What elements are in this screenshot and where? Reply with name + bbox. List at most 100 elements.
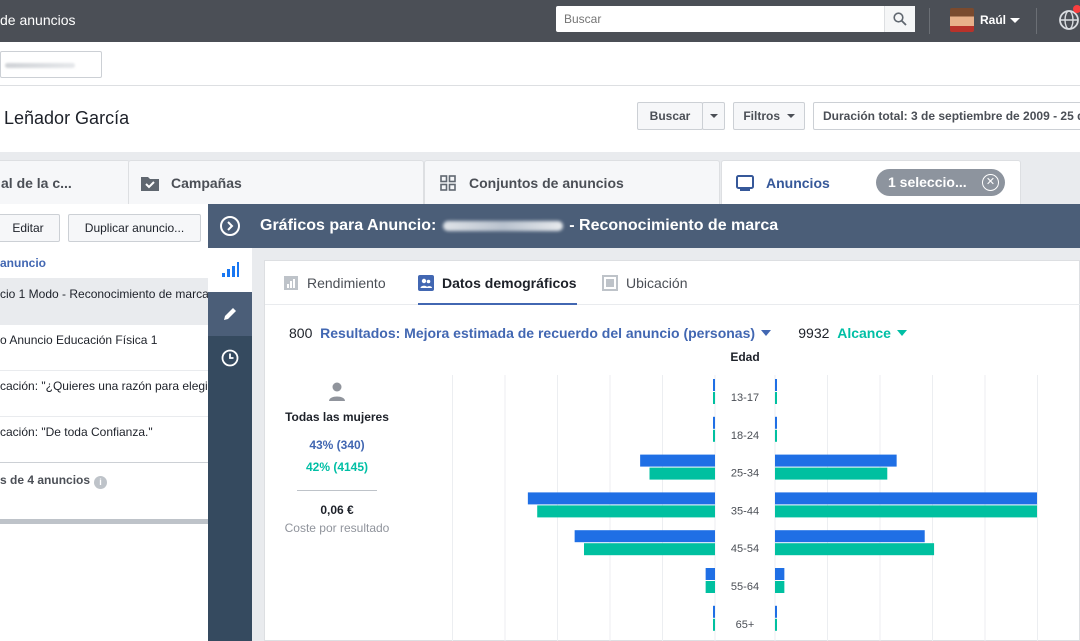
female-resultados-bar [713, 605, 715, 618]
charts-panel: Gráficos para Anuncio: - Reconocimiento … [208, 204, 1080, 641]
table-row[interactable]: cio 1 Modo - Reconocimiento de marca [0, 278, 208, 324]
filters-button[interactable]: Filtros [733, 102, 805, 130]
male-alcance-bar [775, 543, 935, 556]
selection-pill[interactable]: 1 seleccio... ✕ [876, 169, 1005, 196]
ad-name[interactable]: cio 1 Modo - Reconocimiento de marca [0, 287, 208, 301]
grid-icon [439, 174, 457, 192]
male-alcance-bar [775, 505, 1037, 518]
bar-chart-icon [222, 262, 239, 277]
male-resultados-bar [775, 530, 925, 543]
tab-label: Conjuntos de anuncios [469, 174, 624, 191]
account-selector[interactable] [0, 51, 102, 78]
ad-name[interactable]: o Anuncio Educación Física 1 [0, 333, 157, 347]
tab-campaigns[interactable]: Campañas [128, 160, 424, 204]
tab-demographics[interactable]: Datos demográficos [418, 275, 577, 305]
male-resultados-bar [775, 492, 1037, 505]
selection-label: 1 seleccio... [888, 174, 967, 190]
reach-value: 9932 [798, 325, 830, 341]
chevron-down-icon[interactable] [896, 330, 907, 336]
male-resultados-bar [775, 416, 777, 429]
avatar[interactable] [950, 8, 974, 32]
title-suffix: - Reconocimiento de marca [569, 217, 779, 234]
tab-label: Ubicación [626, 275, 688, 291]
close-icon[interactable]: ✕ [982, 174, 999, 191]
chevron-down-icon[interactable] [1010, 18, 1020, 23]
age-label: 45-54 [731, 543, 759, 555]
age-label: 18-24 [731, 430, 759, 442]
summary-title: Todas las mujeres [285, 410, 389, 424]
age-label: 55-64 [731, 581, 759, 593]
user-name[interactable]: Raúl [980, 13, 1006, 27]
female-alcance-bar [705, 581, 715, 593]
male-alcance-bar [775, 581, 785, 593]
ad-name[interactable]: cación: "¿Quieres una razón para elegi [0, 379, 208, 393]
tab-placement[interactable]: Ubicación [602, 275, 687, 291]
charts-title: Gráficos para Anuncio: - Reconocimiento … [260, 217, 778, 235]
person-icon [329, 382, 345, 401]
tab-performance[interactable]: Rendimiento [283, 275, 386, 291]
metric-selectors: 800 Resultados: Mejora estimada de recue… [289, 325, 907, 341]
age-label: 13-17 [731, 392, 759, 404]
title-prefix: Gráficos para Anuncio: [260, 217, 437, 234]
tab-label: Datos demográficos [442, 275, 577, 291]
female-alcance-bar [649, 467, 715, 480]
ad-name[interactable]: cación: "De toda Confianza." [0, 425, 153, 439]
account-bar [0, 42, 1080, 86]
app-title: de anuncios [0, 12, 76, 28]
female-alcance-bar [537, 505, 715, 518]
page-title: Leñador García [4, 108, 130, 128]
notification-badge [1073, 5, 1080, 13]
search-button[interactable] [884, 6, 915, 32]
horizontal-scrollbar[interactable] [0, 519, 208, 524]
table-row[interactable]: o Anuncio Educación Física 1 [0, 324, 208, 370]
ads-table: Editar Duplicar anuncio... anuncio cio 1… [0, 204, 208, 641]
search-options-button[interactable] [702, 102, 725, 130]
female-resultados-bar [705, 568, 715, 580]
edit-button[interactable]: Editar [0, 214, 60, 242]
male-alcance-bar [775, 429, 777, 442]
women-summary: Todas las mujeres 43% (340) 42% (4145) 0… [277, 381, 397, 535]
chevron-right-icon [227, 221, 234, 231]
rail-history-button[interactable] [208, 336, 252, 380]
table-row[interactable]: cación: "De toda Confianza." [0, 416, 208, 462]
female-alcance-bar [713, 392, 715, 404]
chart-tabs: Rendimiento Datos demográficos Ubicación [265, 261, 1080, 305]
rail-charts-button[interactable] [208, 248, 252, 292]
male-resultados-bar [775, 568, 785, 580]
search-input[interactable] [556, 6, 884, 32]
redacted-account-id [5, 63, 75, 68]
column-header[interactable]: anuncio [0, 256, 46, 270]
tab-ad-sets[interactable]: Conjuntos de anuncios [424, 160, 720, 204]
totals-row: s de 4 anuncios i [0, 462, 208, 514]
placement-icon [602, 275, 618, 291]
results-percentage: 43% (340) [309, 438, 365, 452]
age-label: 25-34 [731, 468, 759, 480]
info-icon[interactable]: i [94, 476, 108, 489]
duplicate-button[interactable]: Duplicar anuncio... [68, 214, 201, 242]
chevron-down-icon [709, 114, 718, 118]
tab-account-overview[interactable]: al de la c... [0, 160, 130, 204]
female-alcance-bar [713, 429, 715, 442]
male-alcance-bar [775, 618, 777, 631]
age-label: 65+ [736, 619, 755, 631]
performance-icon [284, 276, 298, 290]
date-range-picker[interactable]: Duración total: 3 de septiembre de 2009 … [813, 102, 1080, 130]
male-alcance-bar [775, 392, 777, 404]
search-filter-button[interactable]: Buscar [637, 102, 703, 130]
reach-metric-dropdown[interactable]: Alcance [837, 325, 891, 341]
age-axis-title: Edad [730, 350, 759, 364]
results-value: 800 [289, 325, 313, 341]
female-resultados-bar [713, 379, 715, 391]
panel-rail [208, 248, 252, 641]
chevron-down-icon[interactable] [761, 330, 772, 336]
female-resultados-bar [713, 416, 715, 429]
results-metric-dropdown[interactable]: Resultados: Mejora estimada de recuerdo … [320, 325, 755, 341]
cost-label: Coste por resultado [284, 521, 390, 535]
female-resultados-bar [574, 530, 715, 543]
collapse-button[interactable] [220, 216, 240, 236]
rail-edit-button[interactable] [208, 292, 252, 336]
female-alcance-bar [584, 543, 715, 556]
page-header: Leñador García Buscar Filtros Duración t… [0, 86, 1080, 152]
tab-label: Anuncios [766, 174, 830, 191]
table-row[interactable]: cación: "¿Quieres una razón para elegi [0, 370, 208, 416]
